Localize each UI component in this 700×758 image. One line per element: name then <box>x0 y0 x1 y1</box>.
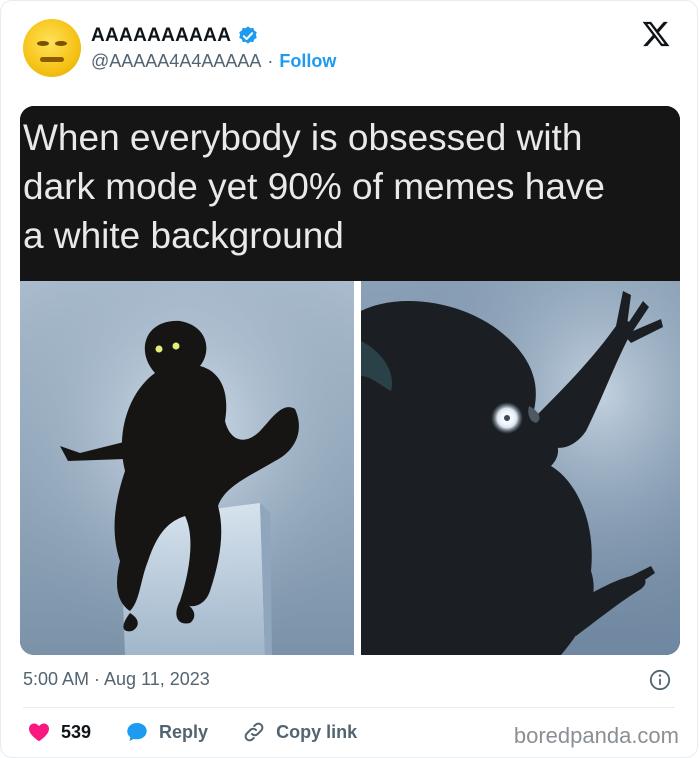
meme-caption-line: dark mode yet 90% of memes have <box>23 166 606 207</box>
reply-button[interactable]: Reply <box>125 720 208 744</box>
separator-dot: · <box>267 51 274 71</box>
copy-link-button[interactable]: Copy link <box>242 720 357 744</box>
like-button[interactable]: 539 <box>27 720 91 744</box>
x-logo-icon[interactable] <box>641 19 671 49</box>
like-count: 539 <box>61 721 92 742</box>
info-icon[interactable] <box>649 669 671 691</box>
meme-caption: When everybody is obsessed with dark mod… <box>20 106 680 281</box>
tweet-media[interactable]: When everybody is obsessed with dark mod… <box>20 106 680 655</box>
tweet-timestamp[interactable]: 5:00 AM · Aug 11, 2023 <box>23 669 210 690</box>
cat-photo-right <box>361 281 680 655</box>
tweet-card: AAAAAAAAAA @AAAAA4A4AAAAA · Follow When … <box>0 0 698 758</box>
copy-link-label: Copy link <box>276 721 358 742</box>
avatar-eye <box>55 41 67 46</box>
handle[interactable]: @AAAAA4A4AAAAA <box>91 51 261 72</box>
avatar-eye <box>37 41 49 46</box>
display-name[interactable]: AAAAAAAAAA <box>91 25 231 47</box>
follow-button[interactable]: Follow <box>279 51 336 72</box>
verified-badge-icon <box>239 26 258 44</box>
avatar[interactable] <box>23 19 81 77</box>
boredpanda-watermark: boredpanda.com <box>513 723 679 748</box>
actions-divider <box>23 707 675 708</box>
tweet-actions: 539 Reply Copy link <box>27 720 391 744</box>
avatar-mouth <box>40 57 64 62</box>
author-name-row: AAAAAAAAAA <box>91 25 259 47</box>
meme-caption-line: When everybody is obsessed with <box>23 117 583 158</box>
link-icon <box>244 722 264 742</box>
cat-illustration-left <box>20 281 354 655</box>
cat-illustration-right <box>361 281 680 655</box>
media-divider <box>354 281 361 655</box>
heart-icon <box>29 723 49 742</box>
cat-photo-left <box>20 281 354 655</box>
handle-row: @AAAAA4A4AAAAA · Follow <box>91 51 336 72</box>
reply-bubble-icon <box>127 723 147 741</box>
meme-caption-line: a white background <box>23 215 344 256</box>
reply-label: Reply <box>159 721 209 742</box>
